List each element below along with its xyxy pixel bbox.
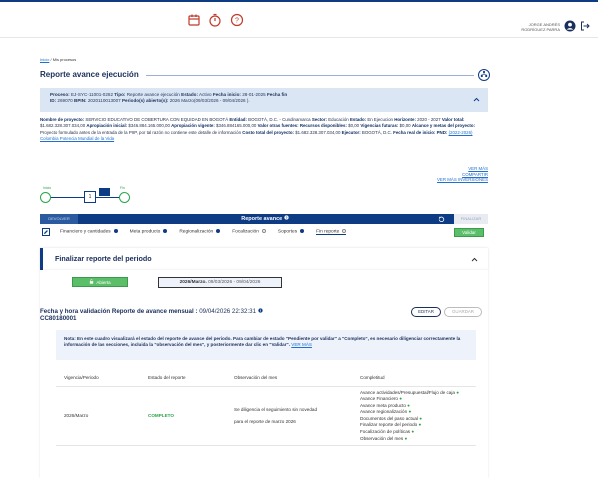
process-info-box: Proceso: EJ-SYC-11001-0262 Tipo: Reporte… <box>40 88 488 112</box>
tab-status-dot <box>216 229 221 234</box>
collapse-panel-icon[interactable] <box>471 256 478 265</box>
completeness-item: Finalizar reporte del periodo ● <box>360 422 422 428</box>
report-tabs: Financiero y cantidades Meta producto Re… <box>40 226 488 238</box>
finish-button[interactable]: FINALIZAR <box>454 214 488 224</box>
check-circle-icon: ● <box>404 435 408 441</box>
breadcrumb-home[interactable]: Inicio <box>40 57 49 62</box>
view-more-investments-link[interactable]: VER MÁS INVERSIONES <box>437 177 488 183</box>
tab-status-dot <box>261 229 266 234</box>
tab-focalizacion[interactable]: Focalización <box>232 229 266 235</box>
history-icon[interactable] <box>438 216 445 225</box>
finalize-panel-title: Finalizar reporte del periodo <box>55 254 152 263</box>
completeness-item: Avance meta producto ● <box>360 402 410 408</box>
tab-status-dot <box>163 229 168 234</box>
cell-state: COMPLETO <box>144 386 230 447</box>
check-circle-icon: ● <box>399 396 403 402</box>
stepper-start-label: Inicio <box>43 186 52 190</box>
column-header-period: Vigencia/Periodo <box>56 370 144 387</box>
tab-soportes[interactable]: Soportes <box>278 229 305 235</box>
svg-text:?: ? <box>235 18 239 25</box>
org-chart-icon <box>480 70 488 80</box>
completeness-item: Focalización de políticas ● <box>360 429 415 435</box>
tab-status-dot <box>342 228 347 233</box>
note-box: Nota: En este cuadro visualizará el esta… <box>56 330 476 360</box>
stepper-start-node[interactable] <box>40 192 51 203</box>
tab-status-dot <box>113 229 118 234</box>
tab-financiero[interactable]: Financiero y cantidades <box>60 229 118 235</box>
table-header-row: Vigencia/Periodo Estado del reporte Obse… <box>56 370 476 387</box>
completeness-item: Avance regionalización ● <box>360 409 412 415</box>
user-avatar-icon[interactable] <box>564 20 576 34</box>
top-accent-line <box>0 0 598 2</box>
completeness-item: Documentos del paso actual ● <box>360 415 423 421</box>
nav-title: Reporte avance ? <box>241 215 289 222</box>
validate-button[interactable]: Validar <box>454 227 484 237</box>
page-title: Reporte avance ejecución <box>40 70 139 79</box>
stepper-step-box[interactable]: 1 <box>84 191 96 203</box>
title-divider <box>146 75 474 76</box>
save-button[interactable]: GUARDAR <box>444 307 482 317</box>
check-circle-icon: ● <box>456 389 459 395</box>
help-icon[interactable]: ? <box>230 13 244 27</box>
stepper-current-marker <box>99 188 110 196</box>
tab-status-dot <box>300 229 305 234</box>
breadcrumb: Inicio / Mis procesos <box>40 57 76 62</box>
user-name: JORGE ANDRÉS RODRÍGUEZ PARRA <box>521 22 560 32</box>
finalize-panel-header[interactable]: Finalizar reporte del periodo <box>40 248 488 270</box>
report-nav-bar: DEVOLVER Reporte avance ? FINALIZAR <box>40 214 488 224</box>
return-button[interactable]: DEVOLVER <box>40 214 78 224</box>
calendar-icon[interactable] <box>187 13 201 27</box>
process-stepper: Inicio 1 Fin <box>40 186 130 212</box>
column-header-observation: Observación del mes <box>230 370 356 387</box>
edit-icon[interactable] <box>42 228 50 236</box>
project-links: VER MÁS COMPARTIR VER MÁS INVERSIONES <box>437 166 488 183</box>
timer-icon[interactable] <box>208 13 222 27</box>
tab-fin-reporte[interactable]: Fin reporte <box>316 228 347 236</box>
check-circle-icon: ● <box>418 422 422 428</box>
column-header-completeness: Completitud <box>356 370 476 387</box>
breadcrumb-current: Mis procesos <box>52 57 77 62</box>
note-view-more-link[interactable]: VER MÁS <box>291 342 312 347</box>
cell-observation: Se diligencia el seguimiento sin novedad… <box>230 386 356 447</box>
cell-period: 2026/Marzo <box>56 386 144 447</box>
stepper-end-node[interactable] <box>119 192 130 203</box>
check-circle-icon: ● <box>408 409 412 415</box>
validation-info: Fecha y hora validación Reporte de avanc… <box>40 308 340 322</box>
table-row: 2026/Marzo COMPLETO Se diligencia el seg… <box>56 386 476 447</box>
completeness-item: Observación del mes ● <box>360 435 408 441</box>
process-info-line2: ID: 269070 BPIN: 2020110013007 Periodo(s… <box>50 98 250 103</box>
period-selector[interactable]: 2026/Marzo. 09/03/2026 - 09/04/2026 <box>158 277 282 288</box>
lock-open-icon <box>89 278 94 287</box>
help-circle-icon[interactable]: ? <box>284 215 289 222</box>
tab-regionalizacion[interactable]: Regionalización <box>179 229 221 235</box>
cell-completeness: Avance actividades/Presupuestal/Flujo de… <box>356 386 476 447</box>
user-menu[interactable]: JORGE ANDRÉS RODRÍGUEZ PARRA <box>518 20 590 34</box>
info-icon <box>258 308 263 315</box>
completeness-item: Avance Financiero ● <box>360 396 403 402</box>
check-circle-icon: ● <box>419 415 423 421</box>
completeness-item: Avance actividades/Presupuestal/Flujo de… <box>360 389 459 395</box>
collapse-info-icon[interactable] <box>473 96 480 105</box>
stepper-end-label: Fin <box>120 186 125 190</box>
open-period-badge: Abierta <box>72 277 128 287</box>
check-circle-icon: ● <box>407 402 410 408</box>
project-description: Nombre de proyecto: SERVICIO EDUCATIVO D… <box>40 117 476 142</box>
check-circle-icon: ● <box>411 429 415 435</box>
tab-meta-producto[interactable]: Meta producto <box>130 229 168 235</box>
column-header-state: Estado del reporte <box>144 370 230 387</box>
breadcrumb-separator: / <box>50 57 52 62</box>
edit-button[interactable]: EDITAR <box>411 307 441 317</box>
logout-icon[interactable] <box>580 21 590 33</box>
finalize-section-body: Abierta 2026/Marzo. 09/03/2026 - 09/04/2… <box>40 270 488 478</box>
report-status-table: Vigencia/Periodo Estado del reporte Obse… <box>56 370 476 447</box>
org-chart-button[interactable] <box>478 69 490 81</box>
top-bar: ? JORGE ANDRÉS RODRÍGUEZ PARRA <box>0 0 598 38</box>
